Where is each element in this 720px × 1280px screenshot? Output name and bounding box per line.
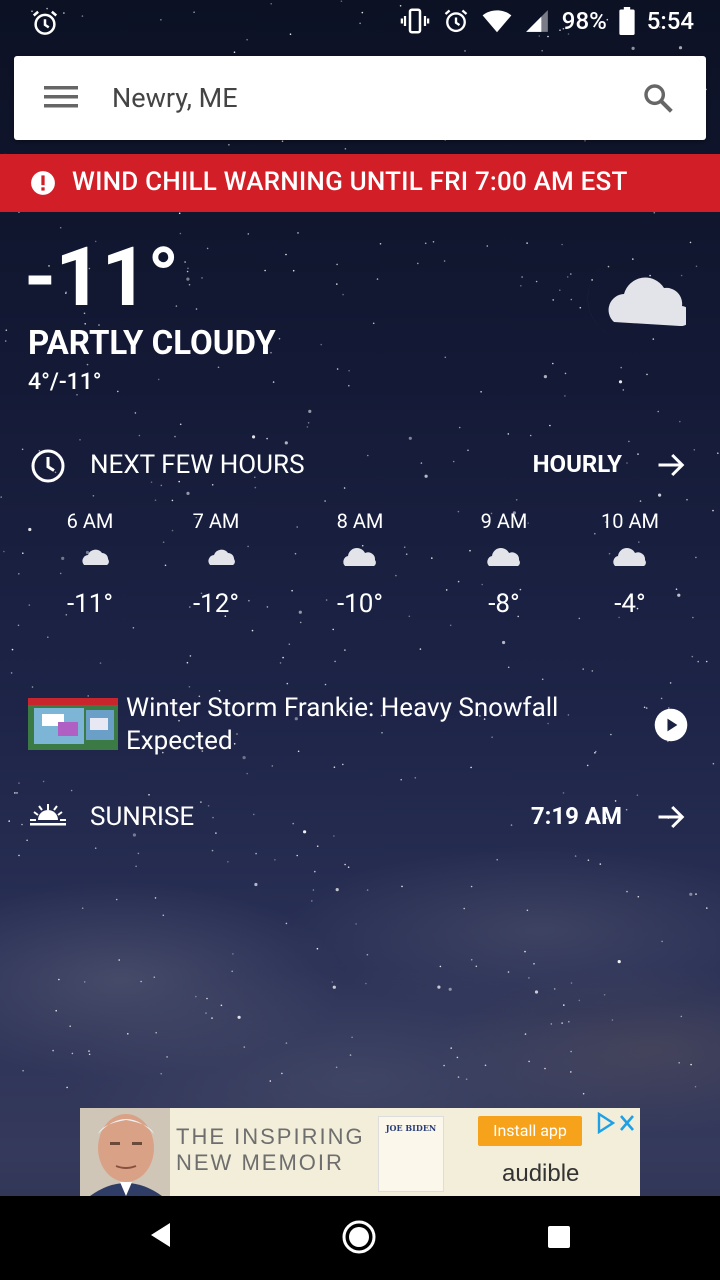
hour-item[interactable]: 8 AM -10° [300, 506, 420, 624]
location-name[interactable]: Newry, ME [112, 82, 238, 114]
hour-item[interactable]: 6 AM -11° [30, 506, 150, 624]
clock-time: 5:54 [646, 7, 694, 35]
sunrise-row[interactable]: SUNRISE 7:19 AM [0, 792, 720, 842]
vibrate-icon [400, 6, 430, 36]
hour-temp: -4° [614, 589, 646, 619]
hour-temp: -8° [488, 589, 520, 619]
system-navigation-bar [0, 1196, 720, 1280]
search-icon[interactable] [642, 82, 674, 118]
clock-icon [30, 448, 66, 488]
hour-time: 9 AM [480, 509, 528, 533]
battery-icon [619, 7, 635, 35]
hour-time: 7 AM [192, 509, 240, 533]
cell-signal-icon [524, 8, 550, 34]
hour-time: 6 AM [66, 509, 114, 533]
hour-time: 8 AM [336, 509, 384, 533]
hourly-link[interactable]: HOURLY [533, 450, 622, 478]
ad-headline-line2: NEW MEMOIR [176, 1150, 344, 1175]
alarm-icon [442, 7, 470, 35]
cloud-icon [444, 536, 564, 580]
hourly-forecast: 6 AM -11° 7 AM -12° 8 AM -10° 9 AM -8° 1… [0, 506, 720, 636]
hour-item[interactable]: 10 AM -4° [570, 506, 690, 624]
ad-headline: THE INSPIRING NEW MEMOIR [176, 1124, 376, 1176]
wifi-icon [482, 8, 512, 34]
advertisement-banner[interactable]: THE INSPIRING NEW MEMOIR JOE BIDEN Insta… [80, 1108, 640, 1196]
hour-temp: -12° [192, 589, 240, 619]
current-temperature: -11° [24, 230, 179, 326]
hour-item[interactable]: 9 AM -8° [444, 506, 564, 624]
play-icon[interactable] [654, 708, 688, 746]
battery-percent: 98% [561, 7, 607, 35]
hour-item[interactable]: 7 AM -12° [156, 506, 276, 624]
back-icon[interactable] [148, 1220, 174, 1254]
ad-choices-icon[interactable] [596, 1112, 636, 1134]
arrow-right-icon[interactable] [656, 450, 686, 484]
ad-headline-line1: THE INSPIRING [176, 1124, 365, 1149]
hour-temp: -10° [336, 589, 384, 619]
current-condition: PARTLY CLOUDY [28, 324, 276, 363]
ad-portrait-image [80, 1108, 170, 1196]
section-title: NEXT FEW HOURS [90, 450, 305, 480]
hour-temp: -11° [66, 589, 114, 619]
sunrise-label: SUNRISE [90, 802, 195, 832]
alert-text: WIND CHILL WARNING UNTIL FRI 7:00 AM EST [72, 167, 628, 197]
news-title[interactable]: Winter Storm Frankie: Heavy Snowfall Exp… [126, 692, 626, 758]
moon-cloud-icon [156, 536, 276, 580]
recents-icon[interactable] [548, 1226, 570, 1252]
ad-book-title: JOE BIDEN [385, 1123, 437, 1133]
sunrise-time: 7:19 AM [530, 802, 622, 830]
cloud-icon [300, 536, 420, 580]
video-thumbnail[interactable] [28, 698, 118, 750]
menu-icon[interactable] [44, 84, 78, 114]
ad-book-cover: JOE BIDEN [378, 1116, 444, 1192]
location-search-bar[interactable]: Newry, ME [14, 56, 706, 140]
hour-time: 10 AM [601, 509, 659, 533]
moon-cloud-icon [570, 256, 692, 352]
alert-icon [30, 170, 56, 200]
weather-alert-banner[interactable]: WIND CHILL WARNING UNTIL FRI 7:00 AM EST [0, 154, 720, 212]
home-icon[interactable] [342, 1220, 376, 1258]
alarm-icon [30, 8, 60, 38]
ad-install-button[interactable]: Install app [478, 1116, 582, 1146]
sunrise-icon [30, 800, 66, 834]
news-video-item[interactable]: Winter Storm Frankie: Heavy Snowfall Exp… [0, 690, 720, 762]
next-few-hours-header[interactable]: NEXT FEW HOURS HOURLY [0, 440, 720, 490]
arrow-right-icon[interactable] [656, 802, 686, 836]
high-low-temperature: 4°/-11° [28, 368, 102, 395]
cloud-icon [570, 536, 690, 580]
moon-cloud-icon [30, 536, 150, 580]
status-bar: 98% 5:54 [0, 0, 720, 44]
ad-brand: audible [502, 1160, 580, 1187]
